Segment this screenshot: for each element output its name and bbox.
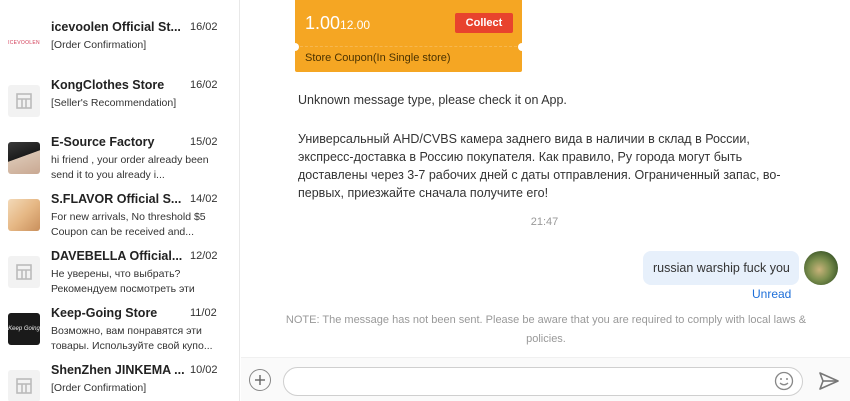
- store-name: S.FLAVOR Official S...: [51, 192, 182, 206]
- store-name: E-Source Factory: [51, 135, 155, 149]
- store-icon: [8, 256, 40, 288]
- store-coupon-card: 1.0012.00 Collect Store Coupon(In Single…: [291, 0, 526, 72]
- message-preview: Возможно, вам понравятся эти товары. Исп…: [51, 325, 213, 352]
- coupon-min-spend: 12.00: [340, 18, 371, 32]
- smiley-icon[interactable]: [774, 371, 794, 391]
- store-name: ShenZhen JINKEMA ...: [51, 363, 185, 377]
- conversation-date: 14/02: [190, 193, 218, 205]
- conversation-item[interactable]: Keep Going Keep-Going Store 11/02 Возмож…: [0, 304, 239, 361]
- system-message: Unknown message type, please check it on…: [298, 93, 567, 107]
- conversation-date: 16/02: [190, 79, 218, 91]
- conversation-item[interactable]: S.FLAVOR Official S... 14/02 For new arr…: [0, 190, 239, 247]
- message-input[interactable]: [283, 367, 803, 396]
- store-logo: ICEVOOLEN: [8, 27, 40, 59]
- outgoing-message-bubble: russian warship fuck you: [643, 251, 799, 285]
- conversation-item[interactable]: ICEVOOLEN icevoolen Official St... 16/02…: [0, 18, 239, 75]
- message-preview: Не уверены, что выбрать? Рекомендуем пос…: [51, 268, 195, 295]
- policy-note: NOTE: The message has not been sent. Ple…: [285, 314, 807, 345]
- profile-photo: [8, 199, 40, 231]
- store-icon: [8, 370, 40, 401]
- seller-message: Универсальный AHD/CVBS камера заднего ви…: [298, 132, 781, 200]
- store-name: icevoolen Official St...: [51, 20, 181, 34]
- composer-bar: [241, 357, 850, 401]
- conversation-date: 10/02: [190, 364, 218, 376]
- coupon-type-label: Store Coupon(In Single store): [305, 52, 451, 64]
- store-name: Keep-Going Store: [51, 306, 158, 320]
- message-status: Unread: [752, 287, 792, 301]
- conversation-list: ICEVOOLEN icevoolen Official St... 16/02…: [0, 0, 240, 401]
- keep-going-logo: Keep Going: [8, 313, 40, 345]
- coupon-amount: 1.0012.00: [305, 13, 370, 35]
- user-avatar: [804, 251, 838, 285]
- conversation-date: 16/02: [190, 21, 218, 33]
- conversation-item[interactable]: ShenZhen JINKEMA ... 10/02 [Order Confir…: [0, 361, 239, 401]
- message-preview: For new arrivals, No threshold $5 Coupon…: [51, 211, 206, 238]
- chat-pane: 1.0012.00 Collect Store Coupon(In Single…: [241, 0, 850, 401]
- store-icon: [8, 85, 40, 117]
- conversation-date: 11/02: [190, 307, 217, 319]
- store-name: KongClothes Store: [51, 78, 165, 92]
- message-timestamp: 21:47: [530, 216, 559, 228]
- conversation-item[interactable]: DAVEBELLA Official... 12/02 Не уверены, …: [0, 247, 239, 304]
- conversation-item[interactable]: E-Source Factory 15/02 hi friend , your …: [0, 133, 239, 190]
- message-preview: [Order Confirmation]: [51, 39, 147, 51]
- conversation-date: 15/02: [190, 136, 218, 148]
- coupon-notch: [518, 43, 526, 51]
- send-arrow-icon[interactable]: [818, 371, 840, 391]
- collect-coupon-button[interactable]: Collect: [455, 13, 513, 33]
- conversation-item[interactable]: KongClothes Store 16/02 [Seller's Recomm…: [0, 76, 239, 133]
- coupon-notch: [291, 43, 299, 51]
- coupon-value: 1.00: [305, 13, 341, 33]
- store-name: DAVEBELLA Official...: [51, 249, 183, 263]
- plus-circle-icon[interactable]: [249, 369, 271, 391]
- message-preview: [Seller's Recommendation]: [51, 97, 177, 109]
- message-preview: hi friend , your order already been send…: [51, 154, 209, 181]
- messenger-window: ICEVOOLEN icevoolen Official St... 16/02…: [0, 0, 850, 401]
- message-preview: [Order Confirmation]: [51, 382, 147, 394]
- conversation-date: 12/02: [190, 250, 218, 262]
- profile-photo: [8, 142, 40, 174]
